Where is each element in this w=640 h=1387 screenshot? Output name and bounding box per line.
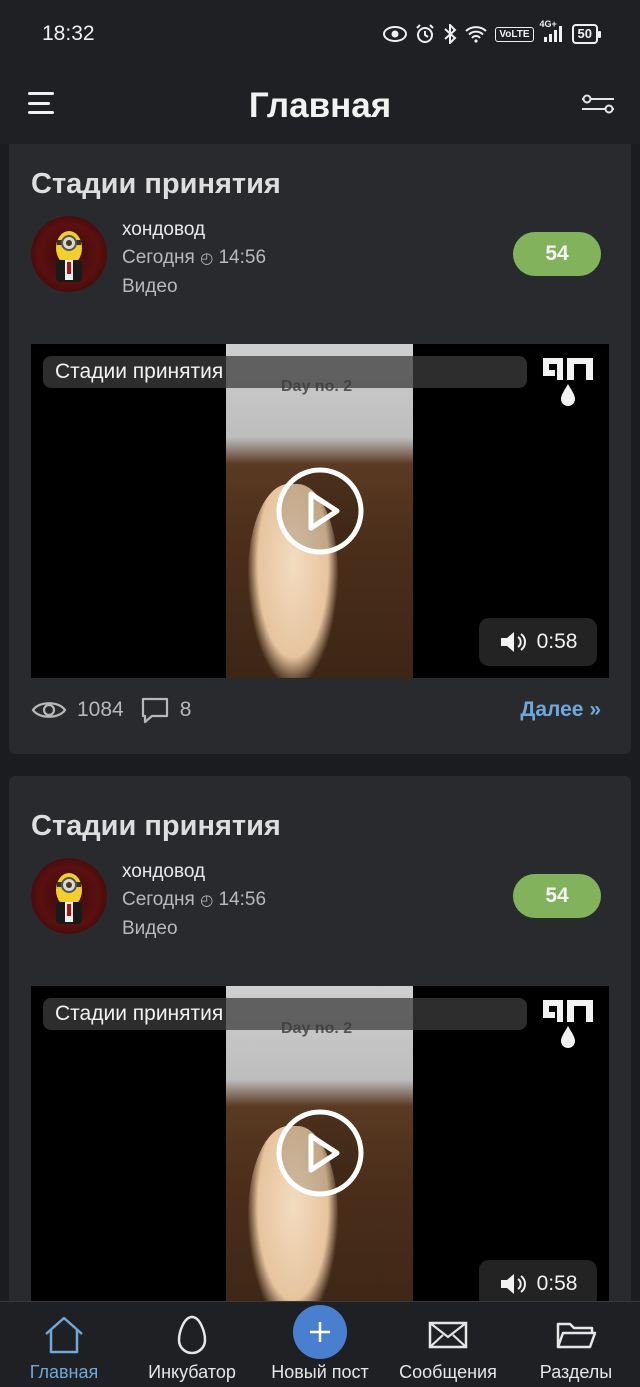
avatar[interactable] — [31, 858, 107, 934]
folder-icon[interactable] — [555, 1319, 597, 1351]
video-title: Стадии принятия — [43, 998, 527, 1030]
post-meta: хондовод Сегодня ◴ 14:56 Видео — [122, 216, 266, 301]
play-icon[interactable] — [275, 466, 365, 556]
bluetooth-icon — [443, 24, 457, 44]
post-category[interactable]: Видео — [122, 915, 266, 943]
egg-icon[interactable] — [176, 1314, 208, 1356]
nav-new-post-label[interactable]: Новый пост — [271, 1362, 369, 1383]
home-icon[interactable] — [43, 1315, 85, 1355]
volte-badge: VoLTE — [495, 26, 534, 42]
filter-icon[interactable] — [580, 92, 616, 116]
eye-icon — [383, 26, 408, 42]
video-title: Стадии принятия — [43, 356, 527, 388]
post-author[interactable]: хондовод — [122, 216, 266, 244]
nav-sections[interactable]: Разделы — [512, 1302, 640, 1387]
post-time: 14:56 — [218, 889, 267, 910]
video-player[interactable]: Day no. 2 Стадии принятия 0:58 — [31, 986, 609, 1301]
status-bar: 18:32 VoLTE 4G+ 50 — [0, 0, 640, 68]
post-feed[interactable]: Стадии принятия хондовод Сегодня ◴ 14:56… — [0, 144, 640, 1301]
post-time: 14:56 — [218, 247, 267, 268]
video-player[interactable]: Day no. 2 Стадии принятия 0:58 — [31, 344, 609, 678]
clock-icon: ◴ — [200, 892, 214, 909]
duration-badge[interactable]: 0:58 — [479, 618, 597, 666]
status-icons: VoLTE 4G+ 50 — [383, 19, 602, 44]
wifi-icon — [465, 25, 488, 43]
post-card[interactable]: Стадии принятия хондовод Сегодня ◴ 14:56… — [9, 144, 631, 754]
nav-sections-label[interactable]: Разделы — [540, 1362, 612, 1383]
views-value: 1084 — [77, 698, 124, 721]
post-stats: 1084 8 Далее » — [31, 694, 601, 726]
speaker-icon[interactable] — [499, 629, 527, 655]
network-type: 4G+ — [539, 19, 557, 29]
post-datetime: Сегодня ◴ 14:56 — [122, 244, 266, 273]
rating-badge[interactable]: 54 — [513, 232, 601, 276]
yap-logo-icon — [543, 358, 593, 406]
post-date: Сегодня — [122, 247, 195, 268]
nav-messages[interactable]: Сообщения — [384, 1302, 512, 1387]
rating-badge[interactable]: 54 — [513, 874, 601, 918]
clock-icon: ◴ — [200, 250, 214, 267]
comments-count[interactable]: 8 — [140, 696, 192, 724]
comment-icon[interactable] — [140, 696, 170, 724]
nav-incubator-label[interactable]: Инкубатор — [148, 1362, 236, 1383]
page-title: Главная — [248, 86, 392, 125]
post-card[interactable]: Стадии принятия хондовод Сегодня ◴ 14:56… — [9, 776, 631, 1301]
nav-home-label[interactable]: Главная — [30, 1362, 99, 1383]
signal-icon: 4G+ — [540, 19, 564, 43]
eye-icon — [31, 702, 67, 718]
avatar[interactable] — [31, 216, 107, 292]
video-duration: 0:58 — [536, 1272, 578, 1295]
post-title[interactable]: Стадии принятия — [31, 810, 281, 843]
app-header: Главная — [0, 68, 640, 144]
comments-value[interactable]: 8 — [180, 698, 192, 722]
nav-incubator[interactable]: Инкубатор — [128, 1302, 256, 1387]
speaker-icon[interactable] — [499, 1271, 527, 1297]
post-title[interactable]: Стадии принятия — [31, 168, 281, 201]
status-time: 18:32 — [42, 22, 95, 45]
play-icon[interactable] — [275, 1108, 365, 1198]
nav-home[interactable]: Главная — [0, 1302, 128, 1387]
alarm-icon — [415, 24, 435, 44]
duration-badge[interactable]: 0:58 — [479, 1260, 597, 1301]
read-more-link[interactable]: Далее » — [520, 698, 601, 722]
nav-new-post[interactable]: Новый пост — [256, 1302, 384, 1387]
post-meta: хондовод Сегодня ◴ 14:56 Видео — [122, 858, 266, 943]
yap-logo-icon — [543, 1000, 593, 1048]
video-duration: 0:58 — [536, 630, 578, 653]
views-count: 1084 — [31, 698, 124, 722]
plus-icon[interactable] — [293, 1305, 347, 1359]
battery-indicator: 50 — [571, 24, 602, 44]
post-category[interactable]: Видео — [122, 273, 266, 301]
bottom-navigation: Главная Инкубатор Новый пост Сообщения Р… — [0, 1301, 640, 1387]
nav-messages-label[interactable]: Сообщения — [399, 1362, 497, 1383]
post-datetime: Сегодня ◴ 14:56 — [122, 886, 266, 915]
post-date: Сегодня — [122, 889, 195, 910]
post-author[interactable]: хондовод — [122, 858, 266, 886]
envelope-icon[interactable] — [428, 1320, 468, 1350]
hamburger-menu-icon[interactable] — [28, 90, 56, 116]
